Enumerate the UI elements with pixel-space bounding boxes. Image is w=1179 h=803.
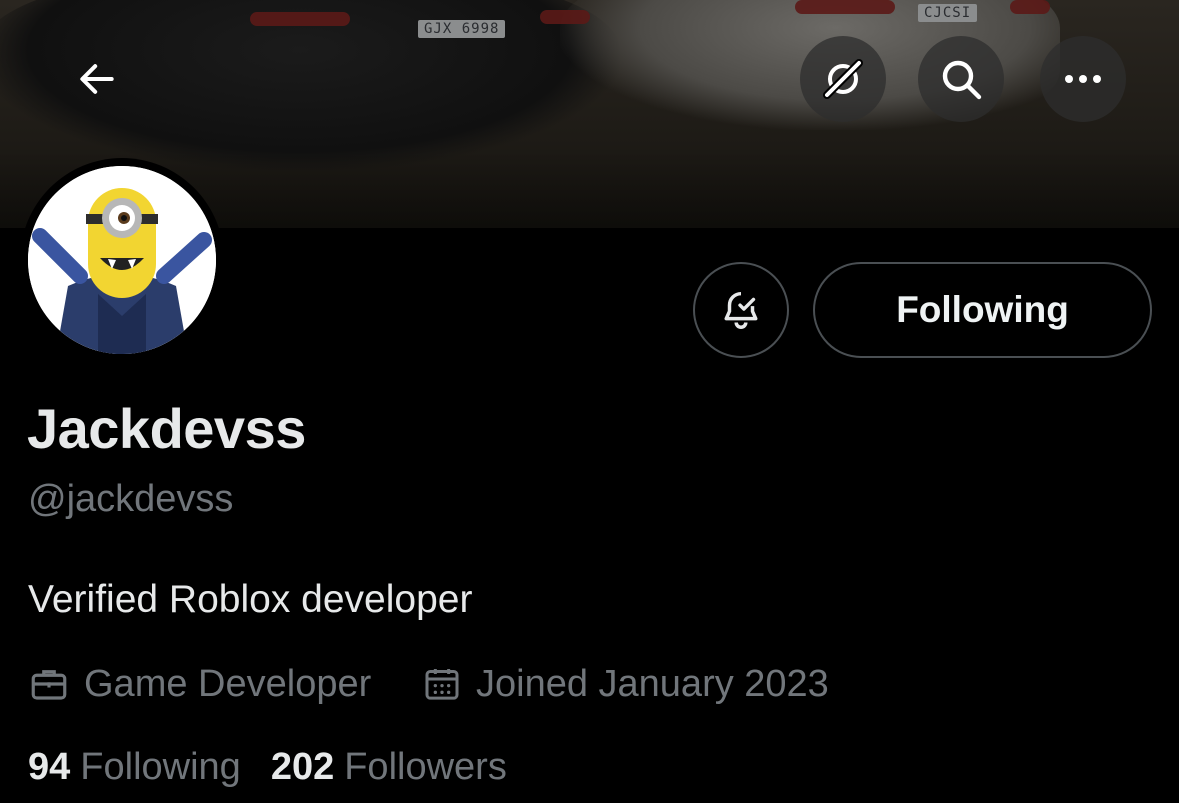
back-button[interactable]: [54, 36, 140, 122]
calendar-icon: [425, 669, 459, 700]
banner-taillight: [250, 12, 350, 26]
avatar[interactable]: [20, 158, 224, 362]
followers-stat-link[interactable]: 202 Followers: [271, 746, 507, 789]
following-count: 94: [28, 746, 71, 788]
profession-text: Game Developer: [84, 662, 372, 705]
username-handle: @jackdevss: [28, 478, 234, 520]
banner-taillight: [1010, 0, 1050, 14]
banner-taillight: [795, 0, 895, 14]
bell-check-icon: [724, 291, 758, 329]
joined-meta: Joined January 2023: [422, 660, 829, 708]
search-button[interactable]: [918, 36, 1004, 122]
briefcase-icon: [31, 670, 67, 700]
followers-label: Followers: [344, 746, 507, 788]
banner-taillight: [540, 10, 590, 24]
more-horizontal-icon: [1065, 75, 1101, 83]
search-icon: [942, 60, 982, 100]
minion-vampire-image: [28, 166, 216, 354]
bio-text: Verified Roblox developer: [28, 578, 473, 621]
following-button[interactable]: Following: [813, 262, 1152, 358]
display-name: Jackdevss: [27, 397, 306, 460]
followers-count: 202: [270, 746, 335, 788]
avatar-image: [28, 166, 216, 354]
more-button[interactable]: [1040, 36, 1126, 122]
grok-button[interactable]: [800, 36, 886, 122]
license-plate: CJCSI: [918, 4, 978, 22]
arrow-left-icon: [80, 64, 114, 94]
follow-stats: 94 Following 202 Followers: [28, 746, 507, 789]
following-stat-link[interactable]: 94 Following: [28, 746, 241, 789]
notifications-button[interactable]: [693, 262, 789, 358]
following-label: Following: [80, 746, 241, 788]
profession-meta: Game Developer: [28, 660, 371, 708]
grok-icon: [823, 59, 863, 99]
joined-date-text: Joined January 2023: [476, 662, 829, 705]
license-plate: GJX 6998: [418, 20, 506, 38]
